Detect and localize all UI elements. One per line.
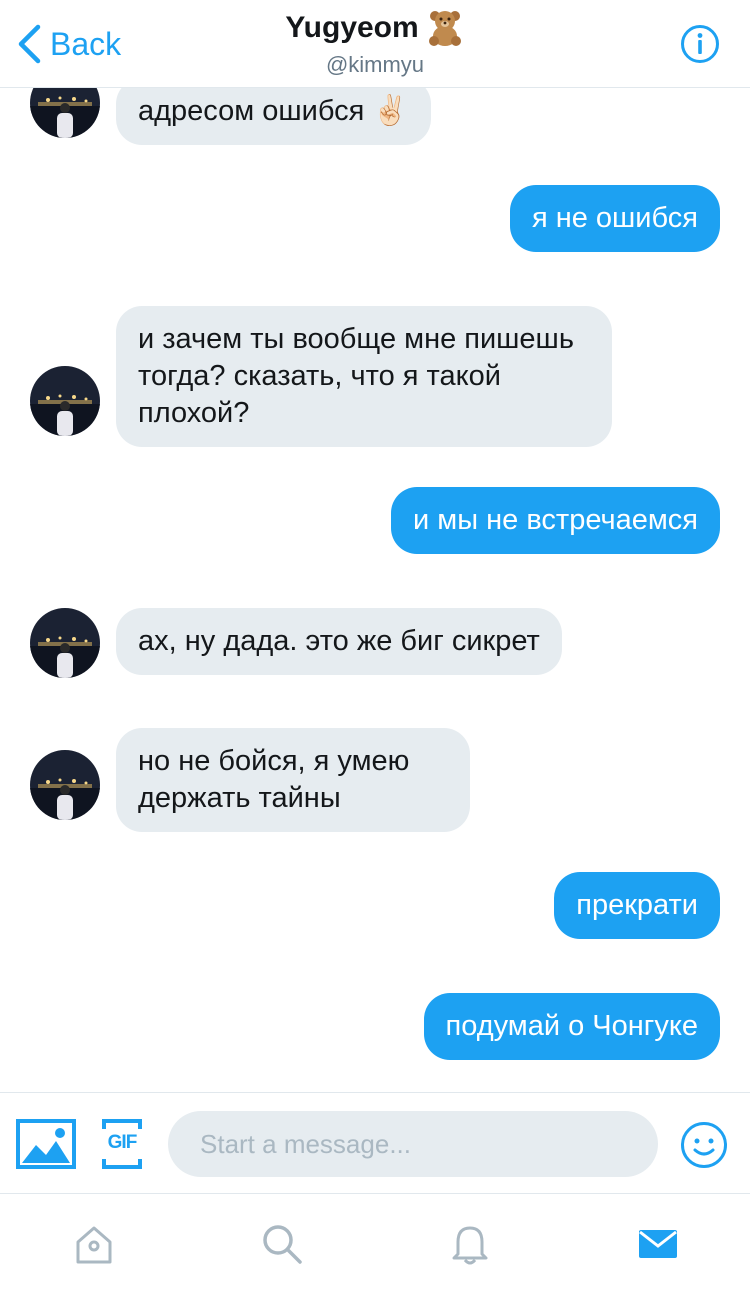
envelope-icon[interactable] (636, 1222, 680, 1266)
bell-icon[interactable] (448, 1222, 492, 1266)
message-text: ах, ну дада. это же биг сикрет (138, 625, 540, 657)
gif-button[interactable]: GIF (102, 1119, 142, 1169)
contact-name: Yugyeom (285, 11, 419, 44)
avatar-image (30, 750, 100, 820)
incoming-message[interactable]: ах, ну дада. это же биг сикрет (116, 608, 562, 675)
conversation-title: Yugyeom @kimmyu (0, 8, 750, 78)
message-input[interactable]: Start a message... (168, 1111, 658, 1177)
avatar-image (30, 88, 100, 138)
contact-avatar[interactable] (30, 366, 100, 436)
emoji-icon[interactable] (680, 1121, 728, 1169)
avatar-image (30, 366, 100, 436)
incoming-message[interactable]: и зачем ты вообще мне пишешь тогда? сказ… (116, 306, 612, 447)
avatar-image (30, 608, 100, 678)
message-text: адресом ошибся ✌🏻 (138, 95, 409, 127)
home-icon[interactable] (72, 1222, 116, 1266)
message-input-placeholder: Start a message... (200, 1128, 411, 1159)
contact-avatar[interactable] (30, 608, 100, 678)
message-composer: GIF Start a message... (0, 1092, 750, 1194)
outgoing-message[interactable]: я не ошибся (509, 185, 720, 252)
contact-name-row: Yugyeom (285, 8, 464, 48)
search-icon[interactable] (260, 1222, 304, 1266)
contact-avatar[interactable] (30, 88, 100, 138)
teddy-bear-emoji-icon (428, 11, 461, 46)
outgoing-message[interactable]: подумай о Чонгуке (423, 993, 720, 1060)
outgoing-message[interactable]: прекрати (554, 872, 720, 939)
incoming-message[interactable]: адресом ошибся ✌🏻 (116, 88, 431, 145)
conversation-header: Back Yugyeom @kimmyu (0, 0, 750, 88)
message-text: подумай о Чонгуке (445, 1010, 699, 1042)
bottom-tab-bar (0, 1194, 750, 1294)
image-upload-icon[interactable] (16, 1119, 76, 1169)
contact-handle: @kimmyu (325, 52, 425, 77)
info-button-icon[interactable] (680, 24, 720, 64)
message-text: и зачем ты вообще мне пишешь тогда? сказ… (138, 323, 574, 429)
message-list[interactable]: адресом ошибся ✌🏻 я не ошибся и зачем ты… (0, 88, 750, 1092)
message-text: прекрати (576, 889, 698, 921)
message-text: и мы не встречаемся (413, 504, 698, 536)
message-text: но не бойся, я умею держать тайны (138, 745, 410, 814)
contact-avatar[interactable] (30, 750, 100, 820)
outgoing-message[interactable]: и мы не встречаемся (391, 487, 720, 554)
message-text: я не ошибся (531, 202, 698, 234)
gif-label: GIF (107, 1132, 138, 1153)
incoming-message[interactable]: но не бойся, я умею держать тайны (116, 728, 470, 832)
